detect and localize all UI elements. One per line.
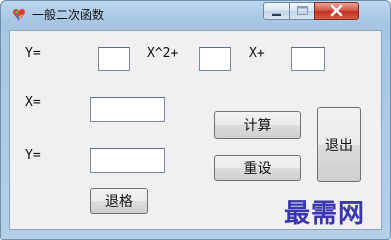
maximize-button[interactable] [289,2,315,20]
exit-button[interactable]: 退出 [317,107,361,182]
colorful-app-icon [13,9,25,21]
coefficient-y-label: Y= [25,46,41,61]
coefficient-b-input[interactable] [199,47,231,71]
close-button[interactable] [314,2,359,20]
x-label: X+ [249,46,265,61]
minimize-icon [272,13,281,16]
app-window: 一般二次函数 Y= X^2+ X+ X= Y= 计算 重设 退出 退格 最需网 [0,0,391,240]
watermark-text: 最需网 [284,199,366,229]
minimize-button[interactable] [263,2,290,20]
x-value-label: X= [25,95,41,110]
backspace-button[interactable]: 退格 [90,188,148,214]
y-value-label: Y= [25,148,41,163]
window-title: 一般二次函数 [32,8,105,22]
close-icon [330,4,343,17]
coefficient-a-input[interactable] [98,47,130,71]
title-bar[interactable]: 一般二次函数 [1,1,390,29]
reset-button[interactable]: 重设 [214,155,301,181]
x-value-input[interactable] [90,97,165,122]
calculate-button[interactable]: 计算 [214,111,301,139]
x-squared-label: X^2+ [147,46,179,61]
y-value-output[interactable] [90,148,165,173]
coefficient-c-input[interactable] [291,47,325,71]
maximize-icon [297,6,308,15]
